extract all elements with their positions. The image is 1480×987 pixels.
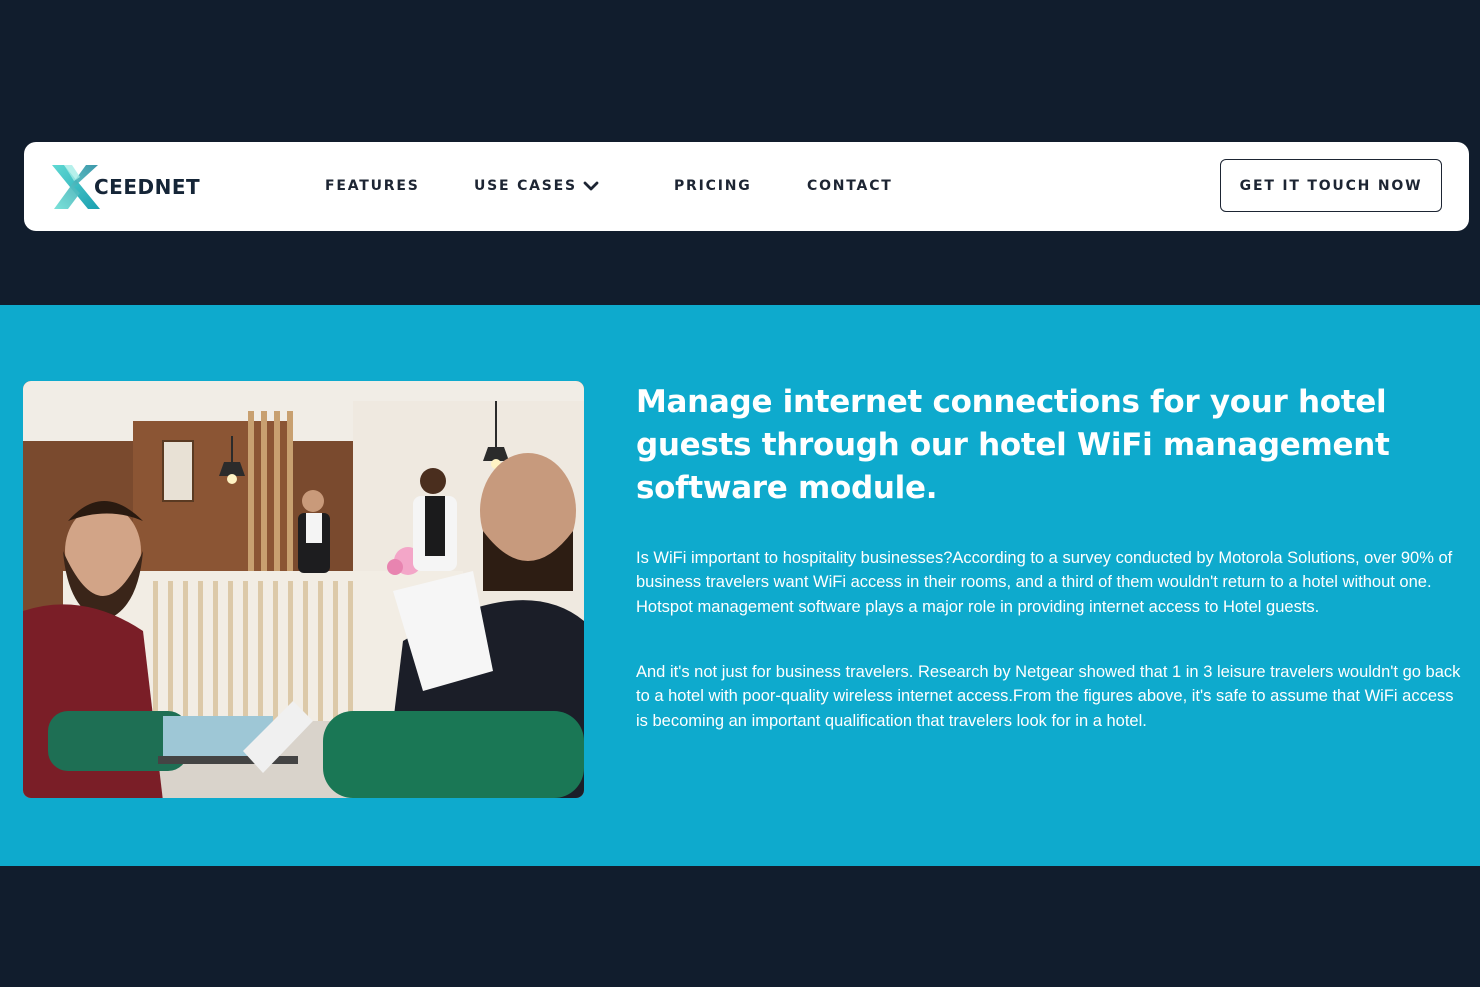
chevron-down-icon (583, 181, 599, 191)
navbar: CEEDNET FEATURES USE CASES PRICING CONTA… (24, 142, 1469, 231)
get-in-touch-button[interactable]: GET IT TOUCH NOW (1220, 159, 1442, 212)
nav-use-cases-label: USE CASES (474, 178, 577, 194)
brand-logo[interactable]: CEEDNET (50, 162, 210, 212)
hero-paragraph-2: And it's not just for business travelers… (636, 663, 1461, 730)
nav-pricing[interactable]: PRICING (674, 176, 752, 196)
hotel-lobby-illustration (23, 381, 584, 798)
brand-name: CEEDNET (94, 175, 201, 199)
page: CEEDNET FEATURES USE CASES PRICING CONTA… (0, 0, 1480, 987)
nav-use-cases[interactable]: USE CASES (474, 176, 599, 196)
nav-contact[interactable]: CONTACT (807, 176, 893, 196)
hero-paragraph-1: Is WiFi important to hospitality busines… (636, 549, 1453, 616)
hero-section: Manage internet connections for your hot… (0, 305, 1480, 866)
hotel-lobby-photo (23, 381, 584, 798)
nav-features[interactable]: FEATURES (325, 176, 420, 196)
hero-heading: Manage internet connections for your hot… (636, 384, 1390, 506)
